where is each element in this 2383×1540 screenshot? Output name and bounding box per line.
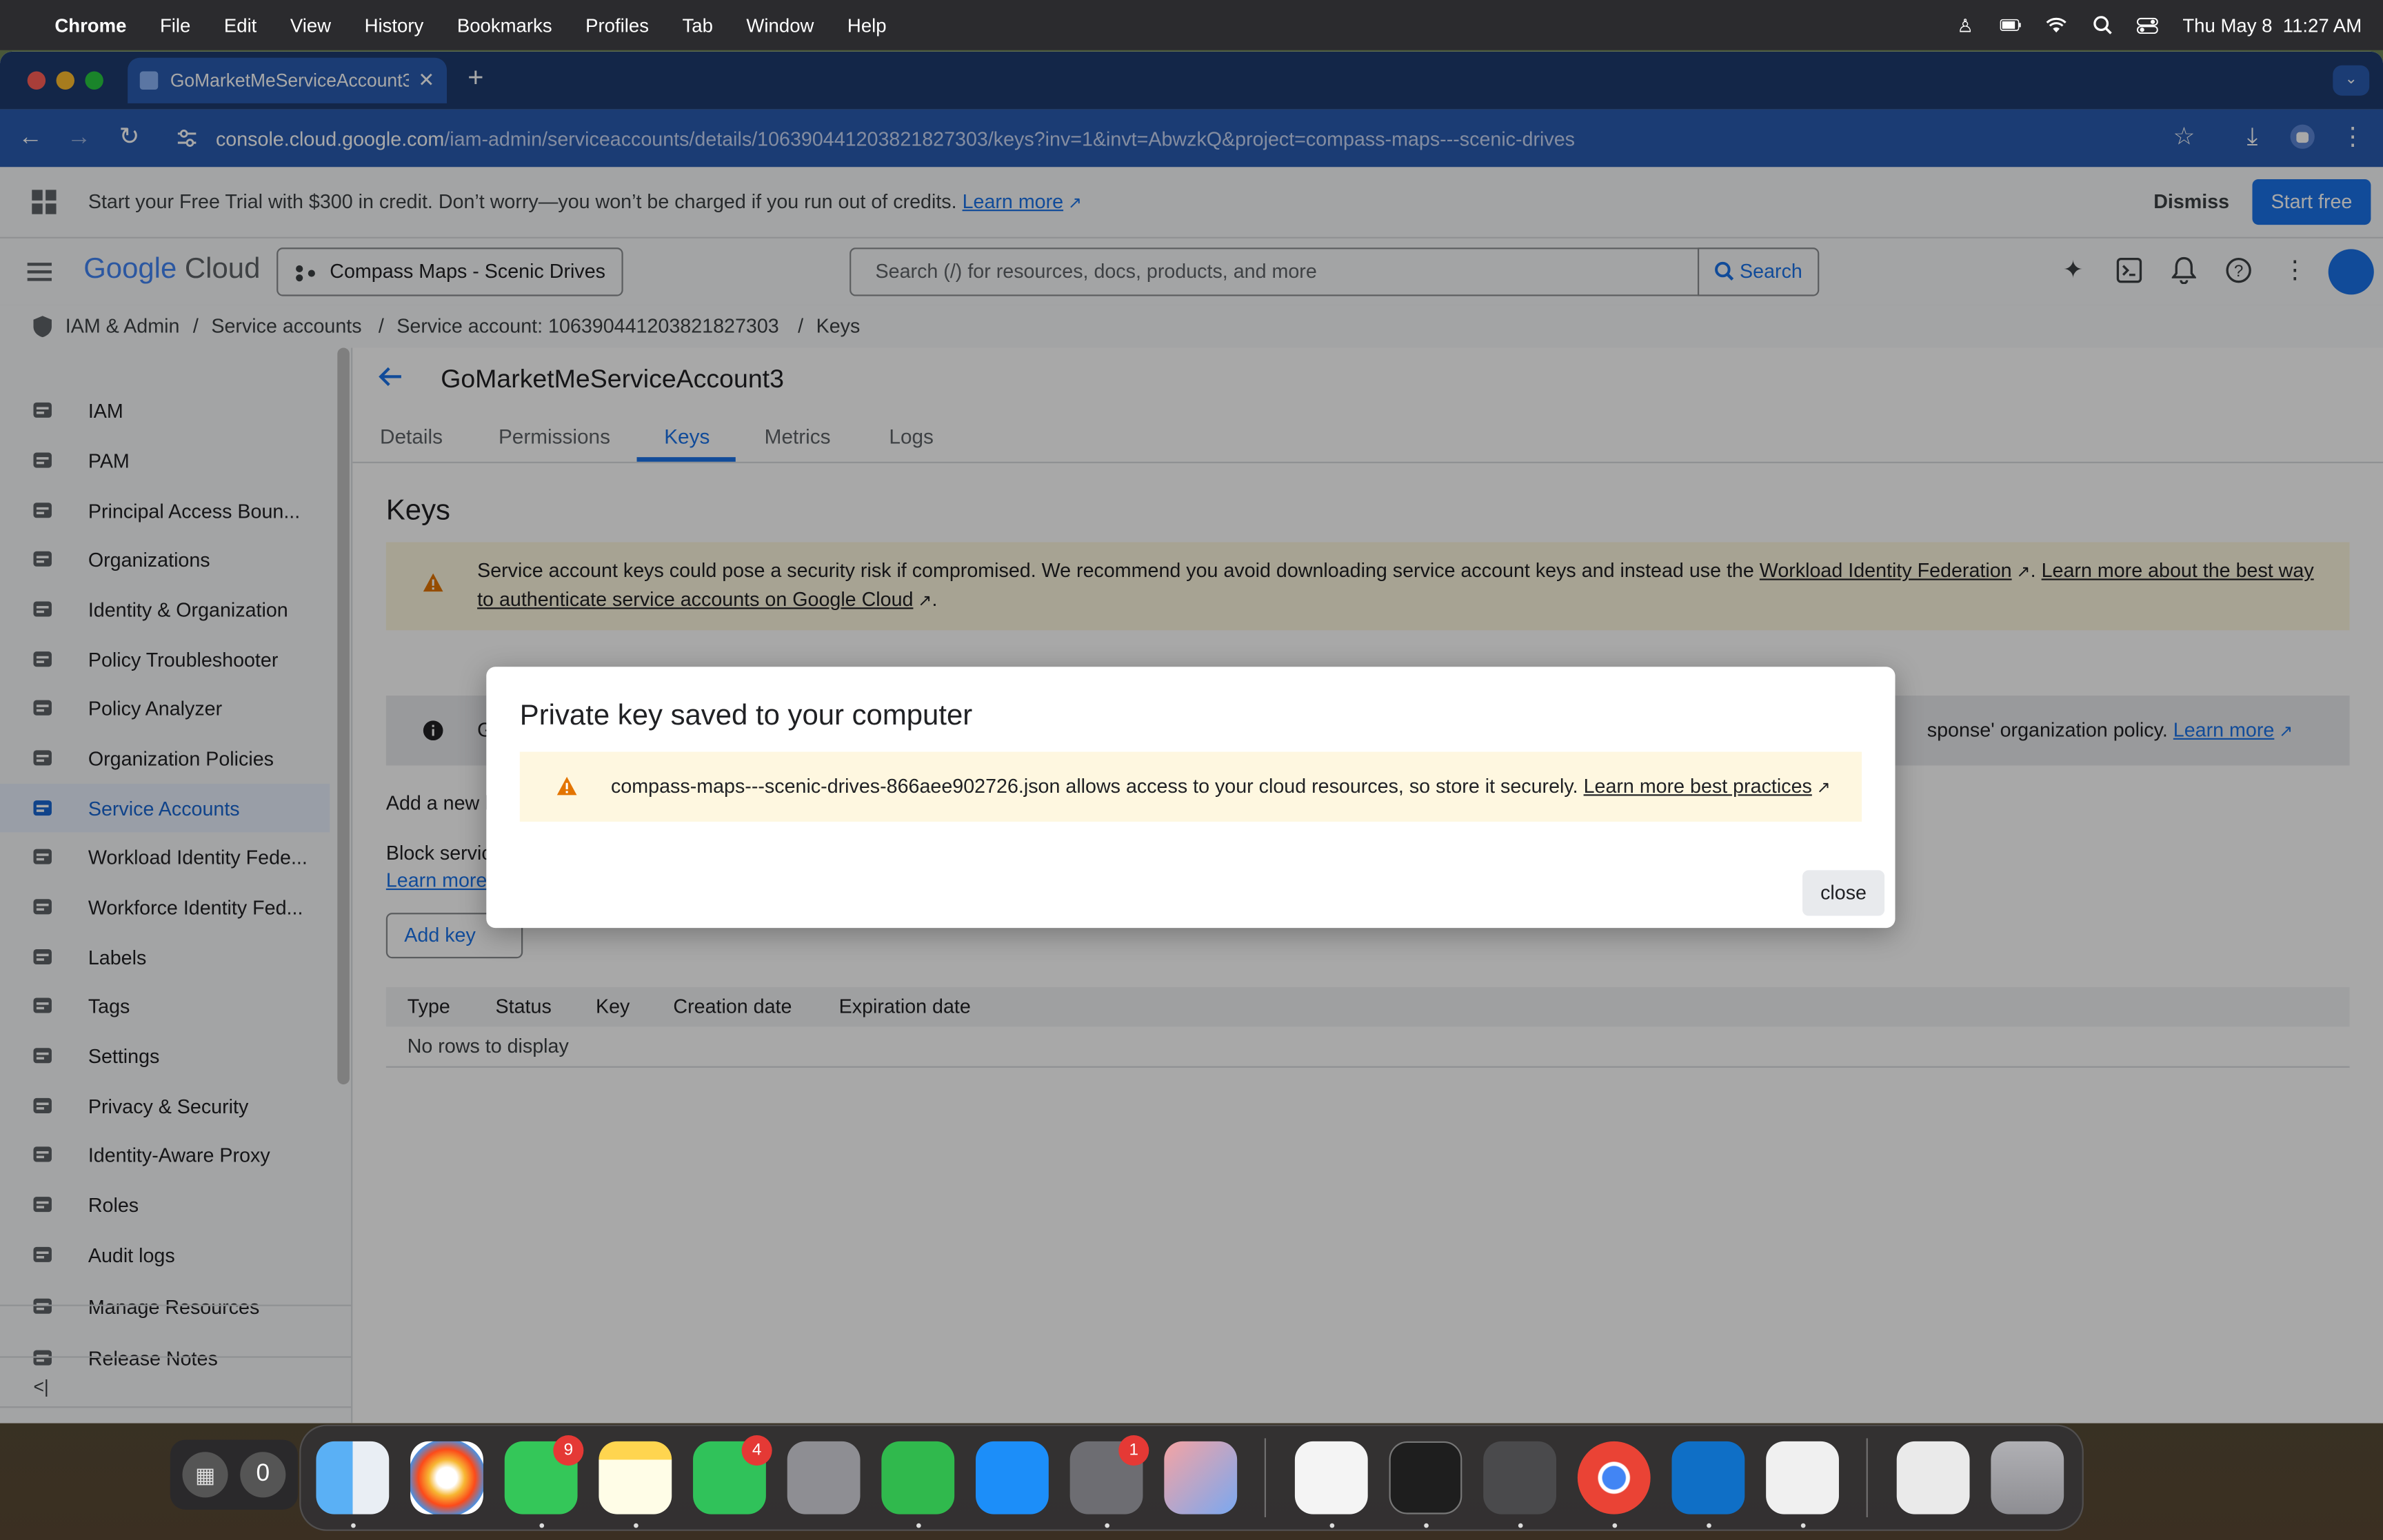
dock: 9 4 1 — [299, 1424, 2084, 1531]
dialog-message: compass-maps---scenic-drives-866aee90272… — [611, 775, 1831, 798]
chrome-window: GoMarketMeServiceAccount3 ✕ + ⌄ ← → ↻ co… — [0, 51, 2383, 1424]
messages-badge: 9 — [553, 1435, 584, 1466]
menu-edit[interactable]: Edit — [224, 14, 257, 36]
settings-badge: 1 — [1118, 1435, 1149, 1466]
dialog-message-text: compass-maps---scenic-drives-866aee90272… — [611, 774, 1578, 798]
dock-separator — [1866, 1438, 1868, 1517]
menubar-clock[interactable]: Thu May 8 11:27 AM — [2182, 14, 2362, 36]
launchpad-icon[interactable] — [787, 1441, 861, 1514]
menu-history[interactable]: History — [365, 14, 424, 36]
menu-tab[interactable]: Tab — [683, 14, 713, 36]
menu-view[interactable]: View — [290, 14, 331, 36]
app-store-icon[interactable] — [976, 1441, 1049, 1514]
dialog-warning-banner: compass-maps---scenic-drives-866aee90272… — [519, 751, 1862, 822]
private-key-dialog: Private key saved to your computer compa… — [486, 667, 1896, 929]
menu-profiles[interactable]: Profiles — [585, 14, 649, 36]
dialog-title: Private key saved to your computer — [519, 700, 973, 732]
document-stack-icon[interactable] — [1896, 1441, 1970, 1514]
terminal-icon[interactable] — [1389, 1441, 1462, 1514]
facetime-badge: 4 — [741, 1435, 772, 1466]
learn-more-best-practices-link[interactable]: Learn more best practices — [1584, 775, 1812, 798]
chrome-icon[interactable] — [1577, 1441, 1651, 1514]
dock-separator — [1264, 1438, 1267, 1517]
dock-widget: ▦ 0 — [170, 1439, 299, 1510]
iphone-mirroring-icon[interactable] — [1164, 1441, 1238, 1514]
battery-icon[interactable] — [2000, 14, 2022, 36]
spotlight-search-icon[interactable] — [2091, 14, 2113, 36]
figure-icon[interactable]: ♙ — [1955, 14, 1976, 36]
finder-icon[interactable] — [316, 1441, 390, 1514]
trash-icon[interactable] — [1991, 1441, 2064, 1514]
close-button[interactable]: close — [1802, 870, 1885, 916]
vscode-icon[interactable] — [1671, 1441, 1745, 1514]
menu-help[interactable]: Help — [847, 14, 887, 36]
calculator-icon[interactable] — [1483, 1441, 1556, 1514]
menu-bookmarks[interactable]: Bookmarks — [457, 14, 552, 36]
menu-window[interactable]: Window — [746, 14, 814, 36]
numbers-icon[interactable] — [881, 1441, 955, 1514]
textedit-icon[interactable] — [1294, 1441, 1368, 1514]
external-link-icon: ↗ — [1811, 779, 1831, 798]
widget-counter: 0 — [240, 1452, 286, 1498]
control-center-icon[interactable] — [2137, 14, 2159, 36]
notes-icon[interactable] — [599, 1441, 672, 1514]
photos-icon[interactable] — [410, 1441, 483, 1514]
wifi-icon[interactable] — [2046, 14, 2067, 36]
menu-app-name[interactable]: Chrome — [54, 14, 126, 36]
mac-menubar: Chrome File Edit View History Bookmarks … — [0, 0, 2383, 50]
menu-file[interactable]: File — [160, 14, 190, 36]
chipmunk-app-icon[interactable] — [1766, 1441, 1839, 1514]
warning-triangle-icon — [556, 776, 578, 800]
calculator-widget-icon[interactable]: ▦ — [182, 1452, 228, 1498]
